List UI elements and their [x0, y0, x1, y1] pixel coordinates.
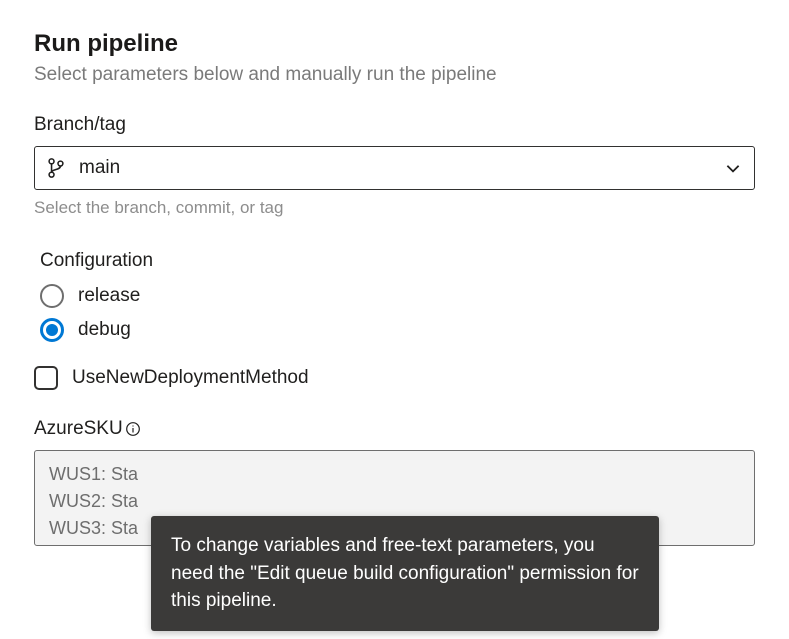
azure-sku-line: WUS1: Sta [49, 461, 740, 488]
branch-helper: Select the branch, commit, or tag [34, 198, 755, 218]
radio-release[interactable]: release [40, 284, 755, 308]
branch-value: main [79, 157, 724, 179]
use-new-deployment-label: UseNewDeploymentMethod [72, 367, 309, 389]
radio-circle-selected-icon [40, 318, 64, 342]
checkbox-box-icon [34, 366, 58, 390]
chevron-down-icon [724, 159, 742, 177]
azure-sku-label: AzureSKU [34, 418, 123, 440]
branch-dropdown[interactable]: main [34, 146, 755, 190]
branch-label: Branch/tag [34, 114, 755, 136]
azure-sku-line: WUS2: Sta [49, 488, 740, 515]
radio-release-label: release [78, 285, 140, 307]
radio-debug-label: debug [78, 319, 131, 341]
permission-tooltip: To change variables and free-text parame… [151, 516, 659, 631]
info-icon[interactable] [125, 421, 141, 437]
radio-debug[interactable]: debug [40, 318, 755, 342]
dialog-title: Run pipeline [34, 30, 755, 58]
radio-circle-icon [40, 284, 64, 308]
use-new-deployment-checkbox[interactable]: UseNewDeploymentMethod [34, 366, 755, 390]
branch-icon [47, 158, 65, 178]
dialog-subtitle: Select parameters below and manually run… [34, 64, 755, 86]
configuration-label: Configuration [40, 250, 755, 272]
